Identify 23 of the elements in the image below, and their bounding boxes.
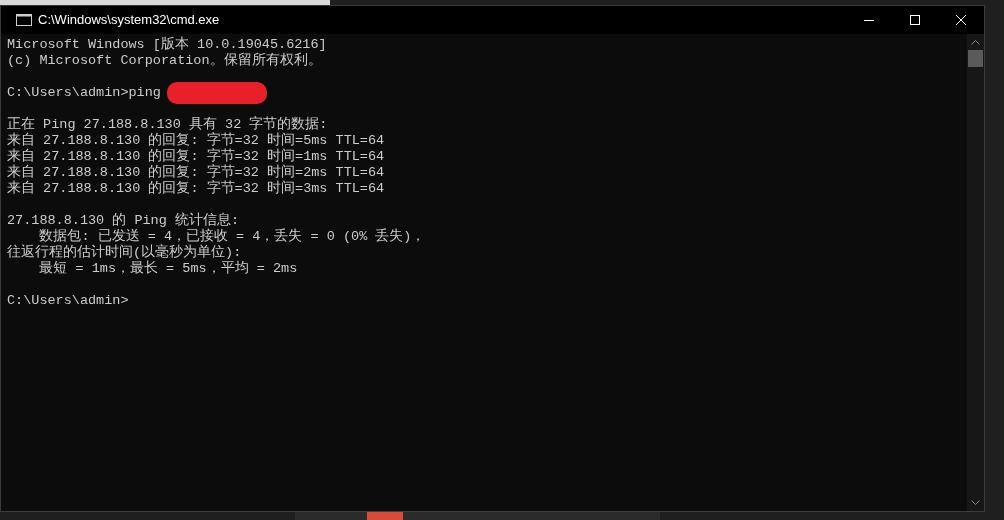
app-tile bbox=[367, 512, 403, 520]
scroll-up-icon bbox=[971, 40, 980, 45]
console-line: 往返行程的估计时间(以毫秒为单位): bbox=[7, 245, 242, 260]
console-line: C:\Users\admin> bbox=[7, 293, 129, 309]
console-line: 来自 27.188.8.130 的回复: 字节=32 时间=3ms TTL=64 bbox=[7, 181, 385, 197]
window-title: C:\Windows\system32\cmd.exe bbox=[38, 11, 220, 30]
console-line: Microsoft Windows [版本 10.0.19045.6216] bbox=[7, 37, 327, 52]
console-app-icon bbox=[16, 14, 32, 26]
console-line: 27.188.8.130 的 Ping 统计信息: bbox=[7, 213, 240, 228]
scrollbar-thumb[interactable] bbox=[968, 50, 983, 67]
console-line: C:\Users\admin>ping bbox=[7, 85, 161, 101]
scroll-down-icon bbox=[971, 500, 980, 505]
console-line: 数据包: 已发送 = 4，已接收 = 4，丢失 = 0 (0% 丢失)， bbox=[38, 229, 426, 244]
close-icon bbox=[956, 15, 966, 25]
console-line: 最短 = 1ms，最长 = 5ms，平均 = 2ms bbox=[38, 261, 298, 277]
console-line: 来自 27.188.8.130 的回复: 字节=32 时间=1ms TTL=64 bbox=[7, 149, 385, 164]
console-line: 正在 Ping 27.188.8.130 具有 32 字节的数据: bbox=[7, 117, 328, 132]
scrollbar[interactable] bbox=[967, 34, 984, 511]
console-line: 来自 27.188.8.130 的回复: 字节=32 时间=2ms TTL=64 bbox=[7, 165, 385, 180]
minimize-icon bbox=[864, 19, 874, 21]
maximize-icon bbox=[910, 15, 920, 25]
console-line: (c) Microsoft Corporation。保留所有权利。 bbox=[7, 53, 322, 69]
console-line: 来自 27.188.8.130 的回复: 字节=32 时间=5ms TTL=64 bbox=[7, 133, 385, 148]
